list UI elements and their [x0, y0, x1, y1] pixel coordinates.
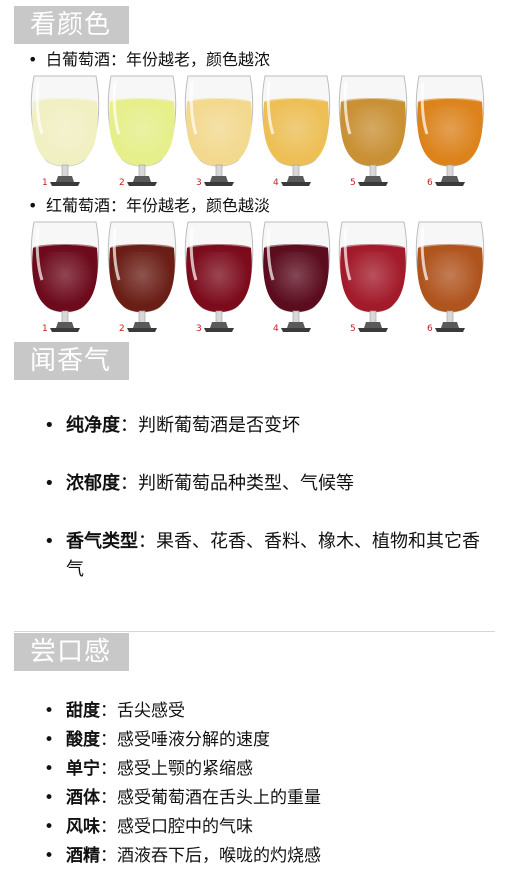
glass-number: 2	[119, 324, 125, 334]
taste-item: • 甜度：舌尖感受	[44, 697, 321, 726]
bullet: •	[28, 196, 38, 215]
separator: ：	[138, 531, 156, 552]
glass-number: 3	[196, 324, 202, 334]
taste-text: 酒液吞下后，喉咙的灼烧感	[117, 846, 321, 866]
taste-text: 感受葡萄酒在舌头上的重量	[117, 788, 321, 808]
aroma-item: • 香气类型：果香、花香、香料、橡木、植物和其它香气	[44, 528, 486, 584]
red-wine-glass: 5	[336, 218, 410, 336]
red-wine-glass: 1	[28, 218, 102, 336]
red-wine-glasses: 1 2 3 4 5 6	[28, 218, 502, 336]
bullet: •	[44, 788, 55, 808]
glass-number: 5	[350, 324, 356, 334]
separator: ：	[120, 473, 138, 494]
taste-label: 酒体	[66, 788, 100, 808]
taste-label: 酒精	[66, 846, 100, 866]
wine-glass-icon	[261, 75, 331, 186]
wine-glass-icon	[338, 75, 408, 186]
white-wine-glass: 3	[182, 72, 256, 190]
aroma-label: 香气类型	[66, 531, 138, 552]
bullet: •	[44, 730, 55, 750]
wine-glass-icon	[107, 75, 177, 186]
white-wine-glass: 2	[105, 72, 179, 190]
bullet: •	[44, 846, 55, 866]
white-wine-title: 白葡萄酒：年份越老，颜色越浓	[46, 50, 271, 69]
aroma-label: 纯净度	[66, 415, 120, 436]
aroma-text: 判断葡萄品种类型、气候等	[138, 473, 354, 494]
wine-glass-icon	[338, 221, 408, 332]
taste-text: 感受上颚的紧缩感	[117, 759, 253, 779]
wine-glass-icon	[261, 221, 331, 332]
taste-list: • 甜度：舌尖感受 • 酸度：感受唾液分解的速度 • 单宁：感受上颚的紧缩感 • 酒体：…	[44, 697, 321, 871]
taste-text: 舌尖感受	[117, 701, 185, 721]
red-wine-glass: 3	[182, 218, 256, 336]
glass-number: 6	[427, 178, 433, 188]
taste-item: • 酸度：感受唾液分解的速度	[44, 726, 321, 755]
aroma-text: 判断葡萄酒是否变坏	[138, 415, 300, 436]
glass-number: 4	[273, 324, 279, 334]
bullet: •	[44, 473, 55, 494]
taste-text: 感受唾液分解的速度	[117, 730, 270, 750]
taste-label: 甜度	[66, 701, 100, 721]
wine-glass-icon	[184, 221, 254, 332]
wine-glass-icon	[415, 221, 485, 332]
taste-label: 风味	[66, 817, 100, 837]
taste-item: • 单宁：感受上颚的紧缩感	[44, 755, 321, 784]
white-wine-glass: 1	[28, 72, 102, 190]
taste-label: 酸度	[66, 730, 100, 750]
separator: ：	[100, 730, 117, 750]
divider	[14, 631, 495, 632]
bullet: •	[44, 415, 55, 436]
separator: ：	[100, 817, 117, 837]
bullet: •	[44, 817, 55, 837]
glass-number: 3	[196, 178, 202, 188]
white-wine-glass: 6	[413, 72, 487, 190]
separator: ：	[100, 759, 117, 779]
section-title-look: 看颜色	[14, 6, 130, 44]
taste-item: • 酒精：酒液吞下后，喉咙的灼烧感	[44, 842, 321, 871]
bullet: •	[44, 701, 55, 721]
aroma-item: • 浓郁度：判断葡萄品种类型、气候等	[44, 470, 486, 498]
bullet: •	[28, 50, 38, 69]
section-title-taste: 尝口感	[14, 633, 130, 671]
white-wine-glasses: 1 2 3 4 5 6	[28, 72, 502, 190]
taste-item: • 酒体：感受葡萄酒在舌头上的重量	[44, 784, 321, 813]
red-wine-glass: 2	[105, 218, 179, 336]
wine-glass-icon	[30, 221, 100, 332]
bullet: •	[44, 531, 55, 552]
wine-glass-icon	[184, 75, 254, 186]
aroma-item: • 纯净度：判断葡萄酒是否变坏	[44, 412, 486, 440]
glass-number: 1	[42, 178, 48, 188]
separator: ：	[100, 846, 117, 866]
taste-item: • 风味：感受口腔中的气味	[44, 813, 321, 842]
wine-glass-icon	[415, 75, 485, 186]
white-wine-heading: • 白葡萄酒：年份越老，颜色越浓	[28, 50, 270, 70]
aroma-list: • 纯净度：判断葡萄酒是否变坏 • 浓郁度：判断葡萄品种类型、气候等 • 香气类型：果…	[44, 412, 486, 584]
glass-number: 1	[42, 324, 48, 334]
red-wine-glass: 4	[259, 218, 333, 336]
glass-number: 2	[119, 178, 125, 188]
glass-number: 4	[273, 178, 279, 188]
bullet: •	[44, 759, 55, 779]
taste-label: 单宁	[66, 759, 100, 779]
separator: ：	[120, 415, 138, 436]
red-wine-glass: 6	[413, 218, 487, 336]
separator: ：	[100, 701, 117, 721]
glass-number: 5	[350, 178, 356, 188]
glass-number: 6	[427, 324, 433, 334]
section-title-smell: 闻香气	[14, 342, 130, 380]
wine-glass-icon	[107, 221, 177, 332]
taste-text: 感受口腔中的气味	[117, 817, 253, 837]
separator: ：	[100, 788, 117, 808]
red-wine-heading: • 红葡萄酒：年份越老，颜色越淡	[28, 196, 270, 216]
white-wine-glass: 5	[336, 72, 410, 190]
red-wine-title: 红葡萄酒：年份越老，颜色越淡	[46, 196, 271, 215]
white-wine-glass: 4	[259, 72, 333, 190]
wine-glass-icon	[30, 75, 100, 186]
aroma-label: 浓郁度	[66, 473, 120, 494]
